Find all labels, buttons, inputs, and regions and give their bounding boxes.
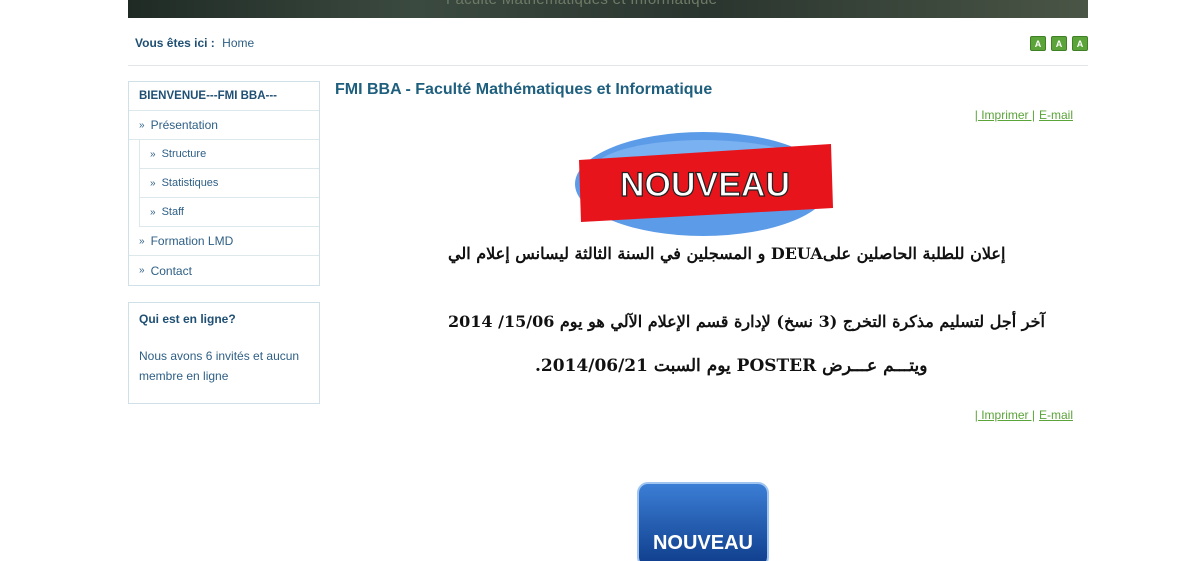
badge2-text: NOUVEAU (653, 532, 753, 554)
nouveau-badge-image: NOUVEAU (575, 132, 833, 236)
badge-text: NOUVEAU (620, 166, 790, 204)
chevron-right-icon: » (139, 119, 145, 131)
chevron-right-icon: » (150, 148, 156, 160)
announcement-line-1: إعلان للطلبة الحاصلين علىDEUA و المسجلين… (448, 244, 1006, 263)
menu-item-contact[interactable]: » Contact (129, 256, 319, 285)
email-link[interactable]: E-mail (1039, 408, 1073, 422)
banner-title: Faculté Mathématiques et Informatique (446, 0, 717, 8)
font-larger-button[interactable]: A (1072, 36, 1088, 51)
main-menu: BIENVENUE---FMI BBA--- » Présentation » St… (128, 81, 320, 286)
menu-item-label: Statistiques (161, 177, 219, 189)
header-divider (128, 65, 1088, 66)
chevron-right-icon: » (150, 177, 156, 189)
breadcrumb-home-link[interactable]: Home (222, 36, 254, 50)
breadcrumb: Vous êtes ici : Home (135, 36, 254, 50)
menu-item-label: Formation LMD (150, 234, 234, 248)
menu-header[interactable]: BIENVENUE---FMI BBA--- (129, 82, 319, 111)
header-banner: Faculté Mathématiques et Informatique (128, 0, 1088, 18)
menu-item-structure[interactable]: » Structure (139, 140, 319, 169)
menu-item-statistiques[interactable]: » Statistiques (139, 169, 319, 198)
menu-item-label: Staff (161, 206, 184, 218)
who-is-online-box: Qui est en ligne? Nous avons 6 invités e… (128, 302, 320, 404)
chevron-right-icon: » (150, 206, 156, 218)
menu-item-formation-lmd[interactable]: » Formation LMD (129, 227, 319, 256)
chevron-right-icon: » (139, 265, 145, 276)
nouveau-button-image: NOUVEAU (637, 482, 769, 561)
menu-item-label: Structure (161, 148, 207, 160)
announcement-line-2: آخر أجل لتسليم مذكرة التخرج (3 نسخ) لإدا… (448, 312, 1045, 331)
article-actions-bottom: | Imprimer | E-mail (971, 408, 1073, 422)
article-title: FMI BBA - Faculté Mathématiques et Infor… (335, 81, 713, 98)
font-reset-button[interactable]: A (1051, 36, 1067, 51)
online-text: Nous avons 6 invités et aucun membre en … (139, 349, 300, 383)
chevron-right-icon: » (139, 235, 145, 247)
breadcrumb-label: Vous êtes ici : (135, 36, 215, 50)
menu-item-staff[interactable]: » Staff (139, 198, 319, 227)
article-actions-top: | Imprimer | E-mail (971, 108, 1073, 122)
print-link[interactable]: | Imprimer | (975, 408, 1035, 422)
email-link[interactable]: E-mail (1039, 108, 1073, 122)
announcement-line-3: ويتـــم عـــرض POSTER يوم السبت 2014/06/… (535, 356, 928, 376)
online-title: Qui est en ligne? (139, 312, 236, 326)
menu-item-label: Présentation (150, 118, 218, 132)
menu-item-presentation[interactable]: » Présentation (129, 111, 319, 140)
print-link[interactable]: | Imprimer | (975, 108, 1035, 122)
font-size-controls: A A A (1030, 36, 1088, 51)
font-smaller-button[interactable]: A (1030, 36, 1046, 51)
menu-item-label: Contact (150, 263, 192, 278)
